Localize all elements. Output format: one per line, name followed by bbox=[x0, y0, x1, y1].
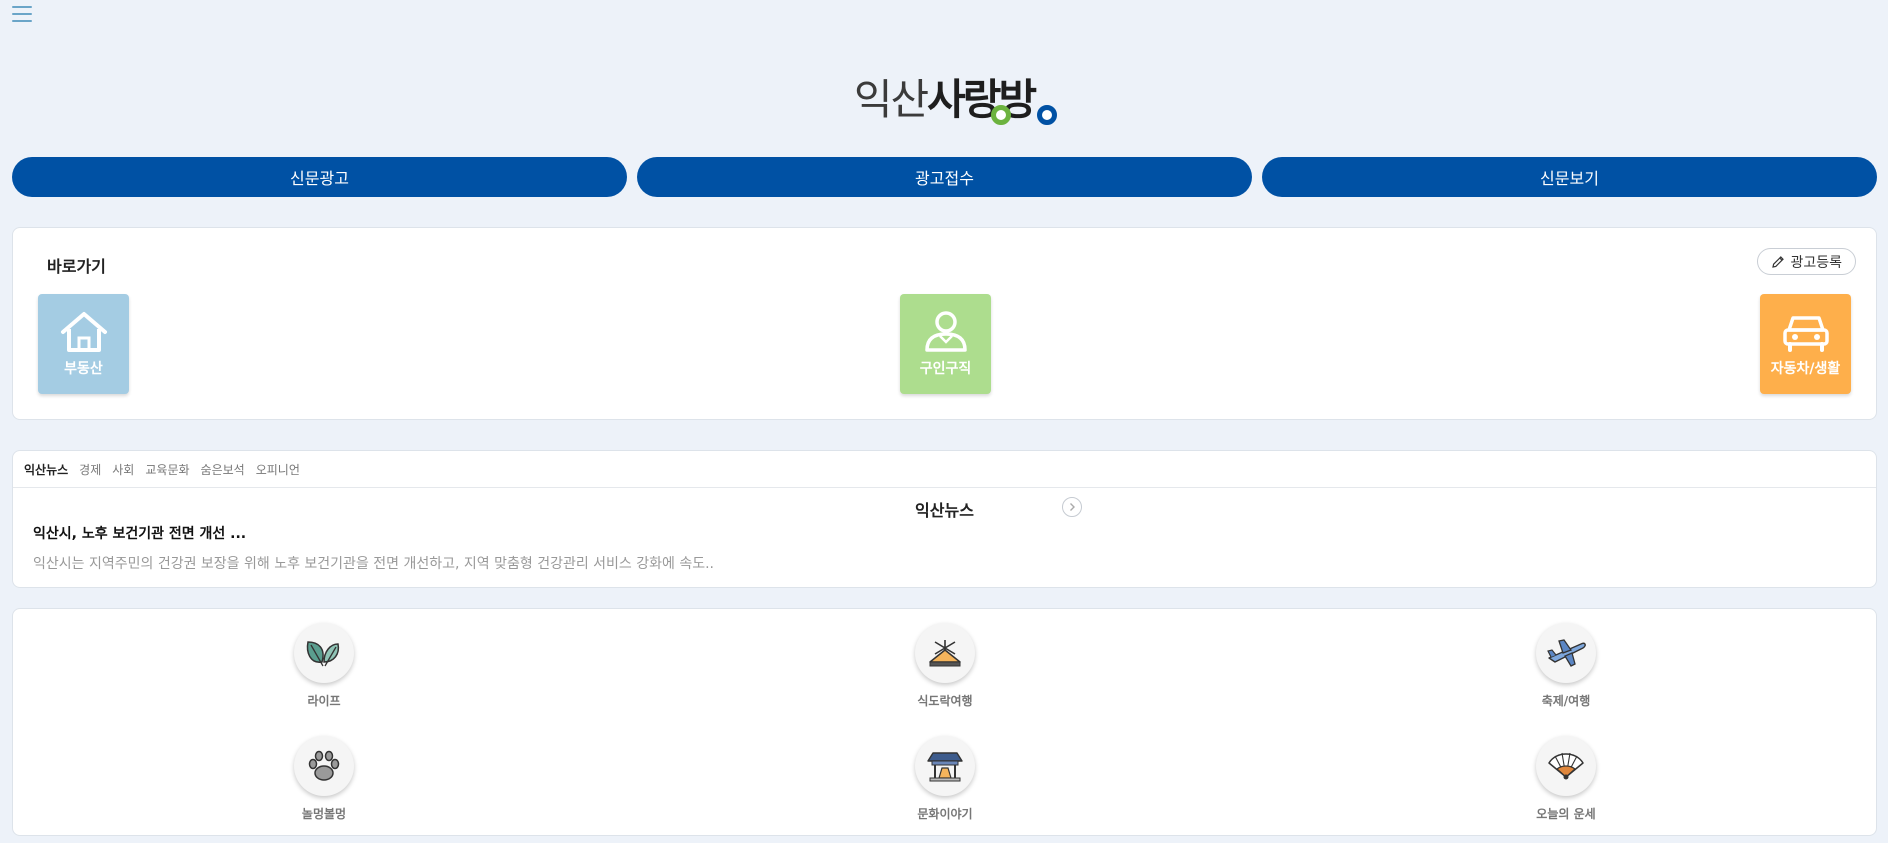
tab-opinion[interactable]: 오피니언 bbox=[256, 461, 300, 478]
tile-jobs-label: 구인구직 bbox=[919, 361, 972, 377]
logo-dot-blue bbox=[1036, 105, 1057, 125]
airplane-icon bbox=[1547, 639, 1586, 667]
category-fortune-label: 오늘의 운세 bbox=[1536, 807, 1596, 821]
shortcut-panel: 바로가기 광고등록 부동산 구인구직 자동차/생활 bbox=[12, 227, 1877, 420]
news-more-button[interactable] bbox=[1062, 497, 1082, 517]
top-nav: 신문광고 광고접수 신문보기 bbox=[12, 157, 1877, 197]
category-leisure[interactable]: 놀멍볼멍 bbox=[264, 736, 384, 822]
register-ad-button[interactable]: 광고등록 bbox=[1757, 248, 1856, 275]
leaf-icon bbox=[306, 641, 340, 667]
logo-text-a: 익산 bbox=[853, 75, 929, 124]
tab-hidden-gems[interactable]: 숨은보석 bbox=[201, 461, 245, 478]
newspaper-ad-button[interactable]: 신문광고 bbox=[12, 157, 627, 197]
shortcut-title: 바로가기 bbox=[47, 257, 106, 276]
house-icon bbox=[60, 312, 107, 352]
register-ad-label: 광고등록 bbox=[1790, 254, 1842, 271]
menu-icon[interactable] bbox=[12, 4, 32, 24]
category-food-travel[interactable]: 식도락여행 bbox=[885, 623, 1005, 709]
logo-dot-green bbox=[990, 105, 1011, 125]
food-dish-icon bbox=[929, 640, 961, 667]
tile-car-life[interactable]: 자동차/생활 bbox=[1760, 294, 1851, 394]
hanok-icon bbox=[927, 752, 963, 782]
category-fortune[interactable]: 오늘의 운세 bbox=[1506, 736, 1626, 822]
logo-text-b: 사랑방 bbox=[927, 75, 1037, 124]
site-logo[interactable]: 익산 사랑방 bbox=[0, 74, 1888, 130]
category-life-label: 라이프 bbox=[307, 694, 341, 708]
tile-real-estate-label: 부동산 bbox=[64, 361, 103, 377]
news-tabs: 익산뉴스 경제 사회 교육문화 숨은보석 오피니언 bbox=[13, 451, 1876, 488]
tile-car-life-label: 자동차/생활 bbox=[1770, 361, 1841, 377]
car-icon bbox=[1782, 316, 1829, 352]
ad-submission-button[interactable]: 광고접수 bbox=[637, 157, 1252, 197]
news-headline[interactable]: 익산시, 노후 보건기관 전면 개선 ... bbox=[33, 523, 246, 543]
chevron-right-icon bbox=[1070, 503, 1075, 511]
pencil-icon bbox=[1772, 255, 1785, 268]
tab-economy[interactable]: 경제 bbox=[79, 461, 101, 478]
category-culture-story[interactable]: 문화이야기 bbox=[885, 736, 1005, 822]
tile-jobs[interactable]: 구인구직 bbox=[900, 294, 991, 394]
category-life[interactable]: 라이프 bbox=[264, 623, 384, 709]
category-festival-travel-label: 축제/여행 bbox=[1541, 694, 1591, 708]
category-festival-travel[interactable]: 축제/여행 bbox=[1506, 623, 1626, 709]
category-panel: 라이프 식도락여행 축제/여행 놀멍볼멍 문화이야기 오늘의 운세 bbox=[12, 608, 1877, 836]
category-leisure-label: 놀멍볼멍 bbox=[301, 807, 347, 821]
fan-icon bbox=[1548, 752, 1584, 780]
view-newspaper-button[interactable]: 신문보기 bbox=[1262, 157, 1877, 197]
tab-society[interactable]: 사회 bbox=[112, 461, 134, 478]
tab-iksan-news[interactable]: 익산뉴스 bbox=[24, 461, 68, 478]
category-culture-story-label: 문화이야기 bbox=[917, 807, 973, 821]
category-food-travel-label: 식도락여행 bbox=[917, 694, 973, 708]
tab-education-culture[interactable]: 교육문화 bbox=[145, 461, 189, 478]
paw-icon bbox=[308, 750, 340, 781]
news-panel: 익산뉴스 경제 사회 교육문화 숨은보석 오피니언 익산뉴스 익산시, 노후 보… bbox=[12, 450, 1877, 588]
tile-real-estate[interactable]: 부동산 bbox=[38, 294, 129, 394]
news-summary[interactable]: 익산시는 지역주민의 건강권 보장을 위해 노후 보건기관을 전면 개선하고, … bbox=[33, 553, 714, 573]
person-icon bbox=[924, 311, 967, 352]
news-section-title: 익산뉴스 bbox=[915, 501, 974, 520]
